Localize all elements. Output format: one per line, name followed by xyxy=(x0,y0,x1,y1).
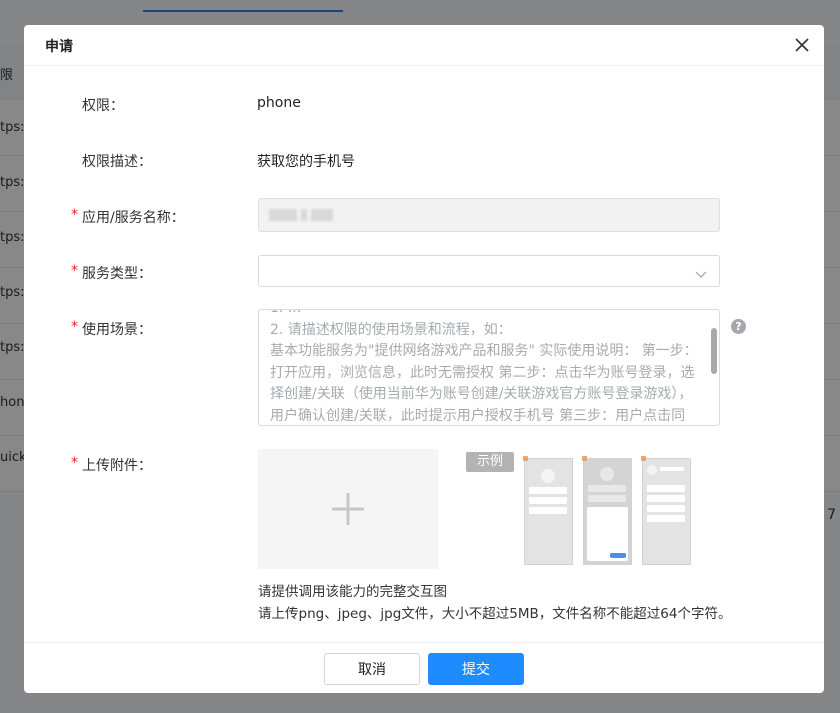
cancel-button[interactable]: 取消 xyxy=(324,653,420,685)
usage-scenario-label-text: 使用场景： xyxy=(82,322,152,338)
apply-dialog: 申请 权限： phone 权限描述： 获取您的手机号 * 应用/服务名称： * … xyxy=(24,25,824,693)
usage-scenario-textarea[interactable]: 1. ... 2. 请描述权限的使用场景和流程，如： 基本功能服务为"提供网络游… xyxy=(258,309,720,426)
required-mark: * xyxy=(71,455,78,471)
attachment-hint: 请提供调用该能力的完整交互图 xyxy=(258,584,447,600)
example-screenshot xyxy=(641,456,691,565)
required-mark: * xyxy=(71,263,78,279)
redacted-value xyxy=(269,209,337,221)
service-type-select[interactable] xyxy=(258,255,720,287)
service-type-label: * 服务类型： xyxy=(71,263,152,283)
submit-button[interactable]: 提交 xyxy=(428,653,524,685)
app-name-label-text: 应用/服务名称： xyxy=(82,210,185,226)
usage-scenario-placeholder: 1. ... 2. 请描述权限的使用场景和流程，如： 基本功能服务为"提供网络游… xyxy=(270,310,698,424)
required-mark: * xyxy=(71,207,78,223)
attachment-label-text: 上传附件： xyxy=(82,458,152,474)
permission-label: 权限： xyxy=(82,98,124,114)
app-name-label: * 应用/服务名称： xyxy=(71,207,185,227)
dialog-title: 申请 xyxy=(45,39,73,55)
attachment-requirements: 请上传png、jpeg、jpg文件，大小不超过5MB，文件名称不能超过64个字符… xyxy=(258,606,732,622)
chevron-down-icon xyxy=(695,265,707,278)
dialog-body: 权限： phone 权限描述： 获取您的手机号 * 应用/服务名称： * 服务类… xyxy=(24,66,824,641)
app-name-input xyxy=(258,198,720,232)
permission-desc-label: 权限描述： xyxy=(82,154,152,170)
example-screenshot xyxy=(582,456,632,565)
plus-icon xyxy=(332,493,364,525)
permission-value: phone xyxy=(257,95,301,111)
attachment-label: * 上传附件： xyxy=(71,455,152,475)
example-screenshot xyxy=(523,456,573,565)
permission-desc-value: 获取您的手机号 xyxy=(257,154,355,170)
resize-handle-icon[interactable] xyxy=(710,416,718,425)
help-icon[interactable]: ? xyxy=(731,319,746,334)
example-badge: 示例 xyxy=(466,452,514,472)
close-icon[interactable] xyxy=(790,33,814,57)
service-type-label-text: 服务类型： xyxy=(82,266,152,282)
dialog-header: 申请 xyxy=(24,25,824,66)
dialog-footer: 取消 提交 xyxy=(24,642,824,693)
textarea-scrollbar[interactable] xyxy=(711,328,717,374)
required-mark: * xyxy=(71,319,78,335)
usage-scenario-label: * 使用场景： xyxy=(71,319,152,339)
upload-button[interactable] xyxy=(258,449,438,569)
